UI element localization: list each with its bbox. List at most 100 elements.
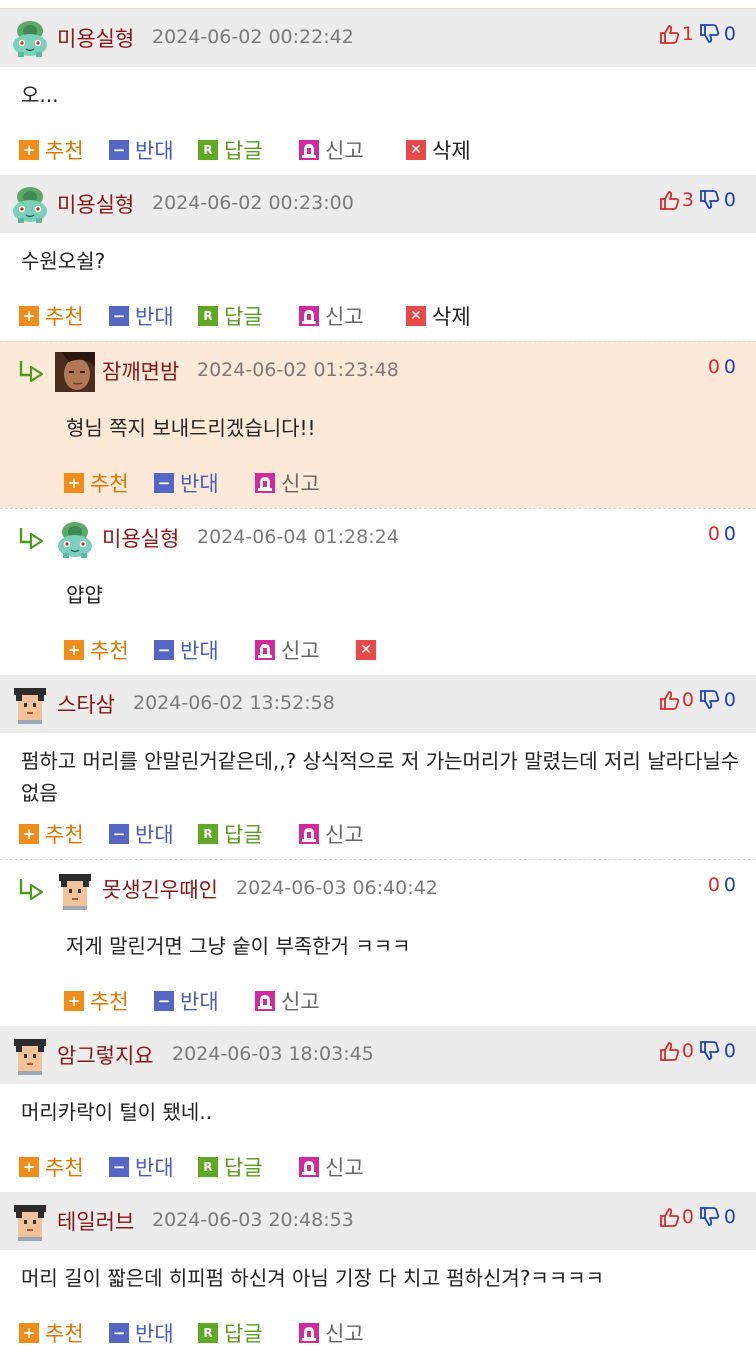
- thumbs-up-svg: [659, 25, 680, 44]
- reply-button[interactable]: R 답글: [198, 1152, 263, 1182]
- comment-text: 얍얍: [66, 583, 103, 607]
- siren-svg: [258, 995, 272, 1009]
- avatar[interactable]: [10, 684, 50, 724]
- oppose-label: 반대: [135, 1322, 174, 1346]
- delete-button[interactable]: ✕: [356, 635, 382, 665]
- recommend-button[interactable]: + 추천: [19, 301, 84, 331]
- nickname[interactable]: 스타삼: [57, 689, 115, 719]
- oppose-button[interactable]: − 반대: [109, 1152, 174, 1182]
- recommend-label: 추천: [45, 1322, 84, 1346]
- report-label: 신고: [325, 139, 364, 163]
- report-button[interactable]: 신고: [255, 635, 320, 665]
- nickname[interactable]: 미용실형: [57, 23, 134, 53]
- plus-icon: +: [19, 1323, 39, 1343]
- reply-button[interactable]: R 답글: [198, 819, 263, 849]
- recommend-button[interactable]: + 추천: [19, 1318, 84, 1348]
- upvote-count: 0: [707, 874, 720, 896]
- recommend-button[interactable]: + 추천: [19, 135, 84, 165]
- reply-button[interactable]: R 답글: [198, 301, 263, 331]
- oppose-button[interactable]: − 반대: [109, 1318, 174, 1348]
- reply-button[interactable]: R 답글: [198, 1318, 263, 1348]
- reply-comment: 미용실형 2024-06-04 01:28:24 0 0 얍얍 + 추천 − 반대 신고 ✕: [0, 508, 756, 675]
- oppose-button[interactable]: − 반대: [154, 468, 219, 498]
- nickname[interactable]: 암그렇지요: [57, 1040, 154, 1070]
- recommend-button[interactable]: + 추천: [64, 468, 129, 498]
- nickname[interactable]: 미용실형: [102, 523, 179, 553]
- report-label: 신고: [325, 1322, 364, 1346]
- nickname[interactable]: 미용실형: [57, 189, 134, 219]
- siren-icon: [299, 140, 319, 160]
- avatar[interactable]: [55, 519, 95, 559]
- nickname[interactable]: 테일러브: [57, 1206, 134, 1236]
- comment-date: 2024-06-03 06:40:42: [236, 877, 438, 899]
- recommend-button[interactable]: + 추천: [64, 986, 129, 1016]
- oppose-label: 반대: [135, 305, 174, 329]
- minus-icon: −: [109, 1323, 129, 1343]
- avatar[interactable]: [55, 352, 95, 392]
- thumbs-up-icon: [658, 689, 680, 711]
- comment-header: 잠깨면밤 2024-06-02 01:23:48 0 0: [0, 342, 756, 400]
- oppose-button[interactable]: − 반대: [154, 635, 219, 665]
- comment-header: 암그렇지요 2024-06-03 18:03:45 0 0: [0, 1026, 756, 1084]
- minus-icon: −: [109, 306, 129, 326]
- thumbs-down-svg: [700, 690, 720, 709]
- reply-label: 답글: [224, 823, 263, 847]
- thumbs-down-icon: [698, 23, 720, 45]
- report-label: 신고: [325, 305, 364, 329]
- comment-text: 오...: [21, 83, 59, 107]
- oppose-button[interactable]: − 반대: [109, 135, 174, 165]
- report-button[interactable]: 신고: [299, 819, 364, 849]
- report-button[interactable]: 신고: [255, 468, 320, 498]
- pixel-person-avatar-icon: [59, 874, 91, 910]
- recommend-button[interactable]: + 추천: [64, 635, 129, 665]
- thumbs-down-svg: [700, 190, 720, 209]
- oppose-button[interactable]: − 반대: [154, 986, 219, 1016]
- report-button[interactable]: 신고: [299, 1152, 364, 1182]
- delete-button[interactable]: ✕ 삭제: [406, 135, 471, 165]
- comment-text: 수원오쉴?: [21, 249, 106, 273]
- report-button[interactable]: 신고: [299, 301, 364, 331]
- report-button[interactable]: 신고: [299, 135, 364, 165]
- thumbs-down-icon: [698, 1040, 720, 1062]
- comment-header: 테일러브 2024-06-03 20:48:53 0 0: [0, 1192, 756, 1250]
- reply-label: 답글: [224, 305, 263, 329]
- thumbs-up-svg: [659, 191, 680, 210]
- delete-button[interactable]: ✕ 삭제: [406, 301, 471, 331]
- oppose-button[interactable]: − 반대: [109, 819, 174, 849]
- siren-svg: [302, 1161, 316, 1175]
- downvote-count: 0: [723, 23, 736, 45]
- comment-text: 머리카락이 털이 됐네..: [21, 1100, 213, 1124]
- siren-svg: [302, 1327, 316, 1341]
- thumbs-down-svg: [700, 1207, 720, 1226]
- vote-counts: 00: [706, 356, 736, 378]
- comment-text: 펌하고 머리를 안말린거같은데,,? 상식적으로 저 가는머리가 말렸는데 저리…: [21, 749, 740, 805]
- report-label: 신고: [281, 990, 320, 1014]
- nickname[interactable]: 잠깨면밤: [102, 356, 179, 386]
- comment-actions: + 추천 − 반대 R 답글 신고: [0, 809, 756, 859]
- recommend-label: 추천: [90, 990, 129, 1014]
- nickname[interactable]: 못생긴우때인: [102, 874, 218, 904]
- reply-label: 답글: [224, 1156, 263, 1180]
- recommend-button[interactable]: + 추천: [19, 1152, 84, 1182]
- oppose-button[interactable]: − 반대: [109, 301, 174, 331]
- report-label: 신고: [281, 472, 320, 496]
- thumbs-down-icon: [698, 1206, 720, 1228]
- report-button[interactable]: 신고: [299, 1318, 364, 1348]
- oppose-label: 반대: [180, 472, 219, 496]
- comment-actions: + 추천 − 반대 신고: [0, 976, 756, 1026]
- reply-button[interactable]: R 답글: [198, 135, 263, 165]
- close-icon: ✕: [356, 640, 376, 660]
- upvote-count: 0: [707, 523, 720, 545]
- avatar[interactable]: [10, 1201, 50, 1241]
- vote-counts: 00: [706, 523, 736, 545]
- recommend-button[interactable]: + 추천: [19, 819, 84, 849]
- report-button[interactable]: 신고: [255, 986, 320, 1016]
- avatar[interactable]: [10, 184, 50, 224]
- siren-svg: [258, 644, 272, 658]
- comment-text: 저게 말린거면 그냥 숱이 부족한거 ㅋㅋㅋ: [66, 934, 411, 958]
- reply-label: 답글: [224, 139, 263, 163]
- avatar[interactable]: [10, 18, 50, 58]
- avatar[interactable]: [10, 1035, 50, 1075]
- downvote-count: 0: [723, 1206, 736, 1228]
- avatar[interactable]: [55, 870, 95, 910]
